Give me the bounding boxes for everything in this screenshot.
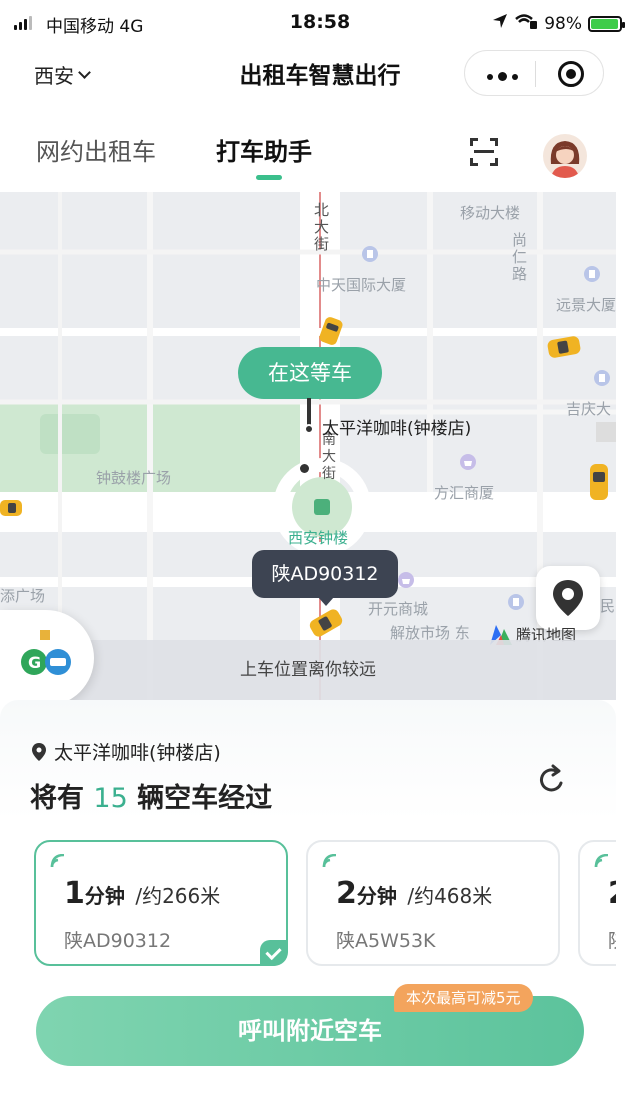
- nav-bar: 西安 出租车智慧出行: [0, 48, 640, 104]
- service-badge[interactable]: G: [0, 610, 94, 700]
- more-options-button[interactable]: [487, 72, 518, 81]
- map-label-kaiyuan: 开元商城: [368, 600, 429, 618]
- taxi-card[interactable]: 2 陕: [578, 840, 616, 966]
- taxi-icon: [309, 609, 343, 637]
- signal-wave-icon: [594, 854, 609, 868]
- taxi-eta: 2: [608, 876, 616, 911]
- promo-badge: 本次最高可减5元: [394, 984, 533, 1012]
- taxi-cards: 1分钟 /约266米 陕AD90312 2分钟 /约468米 陕A5W53K 2…: [0, 838, 616, 970]
- map-label-min: 民: [600, 597, 616, 615]
- location-pin-icon: [553, 580, 583, 616]
- building-icon: [594, 370, 610, 386]
- scan-icon[interactable]: [470, 138, 498, 166]
- taxi-icon: [0, 500, 22, 516]
- tab-online-taxi[interactable]: 网约出租车: [36, 132, 156, 167]
- taxi-plate: 陕A5W53K: [336, 930, 436, 952]
- taxi-icon: [319, 317, 343, 345]
- selected-check-icon: [260, 940, 288, 966]
- signal-wave-icon: [50, 854, 65, 868]
- map-label-zhonglou: 西安钟楼: [288, 529, 349, 547]
- available-taxis-headline: 将有 15 辆空车经过: [30, 783, 273, 814]
- map-label-zhonggulou: 钟鼓楼广场: [96, 469, 172, 487]
- signal-wave-icon: [322, 854, 337, 868]
- map-label-nan-da-jie: 南大街: [322, 432, 336, 482]
- taxi-plate: 陕AD90312: [64, 930, 172, 952]
- pickup-pin-dot: [304, 424, 314, 434]
- map-label-shang-ren-lu: 尚仁路: [512, 231, 528, 283]
- pickup-here-bubble[interactable]: 在这等车: [238, 347, 382, 399]
- available-count: 15: [93, 783, 128, 814]
- map-label-yuanjing: 远景大厦: [556, 296, 616, 314]
- shopping-icon: [398, 572, 414, 588]
- taxi-card[interactable]: 2分钟 /约468米 陕A5W53K: [306, 840, 560, 966]
- refresh-icon[interactable]: [534, 762, 570, 798]
- tab-taxi-assistant[interactable]: 打车助手: [216, 132, 312, 167]
- map-label-zhongtian: 中天国际大厦: [316, 276, 407, 294]
- pickup-poi-label: 太平洋咖啡(钟楼店): [322, 419, 472, 439]
- location-pin-icon: [32, 742, 46, 761]
- map-view[interactable]: 北大街 移动大楼 尚仁路 中天国际大厦 远景大厦 吉庆大 钟鼓楼广场 方汇商厦 …: [0, 192, 616, 700]
- active-tab-indicator: [256, 175, 282, 180]
- close-miniprogram-button[interactable]: [558, 61, 584, 87]
- taxi-plate: 陕: [608, 926, 616, 953]
- bottom-sheet: 太平洋咖啡(钟楼店) 将有 15 辆空车经过 1分钟 /约266米 陕AD903…: [0, 700, 616, 1101]
- map-label-yidong-dalou: 移动大楼: [460, 204, 521, 222]
- pickup-location-label: 太平洋咖啡(钟楼店): [54, 742, 221, 764]
- locate-me-button[interactable]: [536, 566, 600, 630]
- map-label-plaza: 添广场: [0, 587, 46, 605]
- building-icon: [362, 246, 378, 262]
- map-label-bei-da-jie: 北大街: [314, 201, 330, 253]
- battery-icon: [588, 15, 625, 32]
- taxi-eta: 1分钟 /约266米: [64, 876, 221, 911]
- avatar[interactable]: [543, 134, 587, 178]
- map-label-jiqing: 吉庆大: [566, 400, 612, 418]
- taxi-eta: 2分钟 /约468米: [336, 876, 493, 911]
- shopping-icon: [460, 454, 476, 470]
- pickup-location[interactable]: 太平洋咖啡(钟楼店): [32, 738, 221, 765]
- building-icon: [584, 266, 600, 282]
- miniprogram-capsule: [464, 50, 604, 96]
- battery-percent: 98%: [544, 13, 582, 34]
- status-bar: 中国移动 4G 18:58 98%: [0, 0, 640, 48]
- vehicle-plate-bubble[interactable]: 陕AD90312: [252, 550, 398, 606]
- map-label-fanghui: 方汇商厦: [434, 484, 495, 502]
- location-arrow-icon: [492, 13, 508, 34]
- svg-text:G: G: [28, 653, 41, 672]
- taxi-icon: [547, 336, 581, 358]
- building-icon: [508, 594, 524, 610]
- service-logo-icon: G: [21, 630, 71, 675]
- user-location-dot: [300, 464, 309, 473]
- taxi-icon: [590, 464, 608, 500]
- wifi-lock-icon: [514, 12, 538, 35]
- taxi-card[interactable]: 1分钟 /约266米 陕AD90312: [34, 840, 288, 966]
- tab-bar: 网约出租车 打车助手: [0, 110, 640, 190]
